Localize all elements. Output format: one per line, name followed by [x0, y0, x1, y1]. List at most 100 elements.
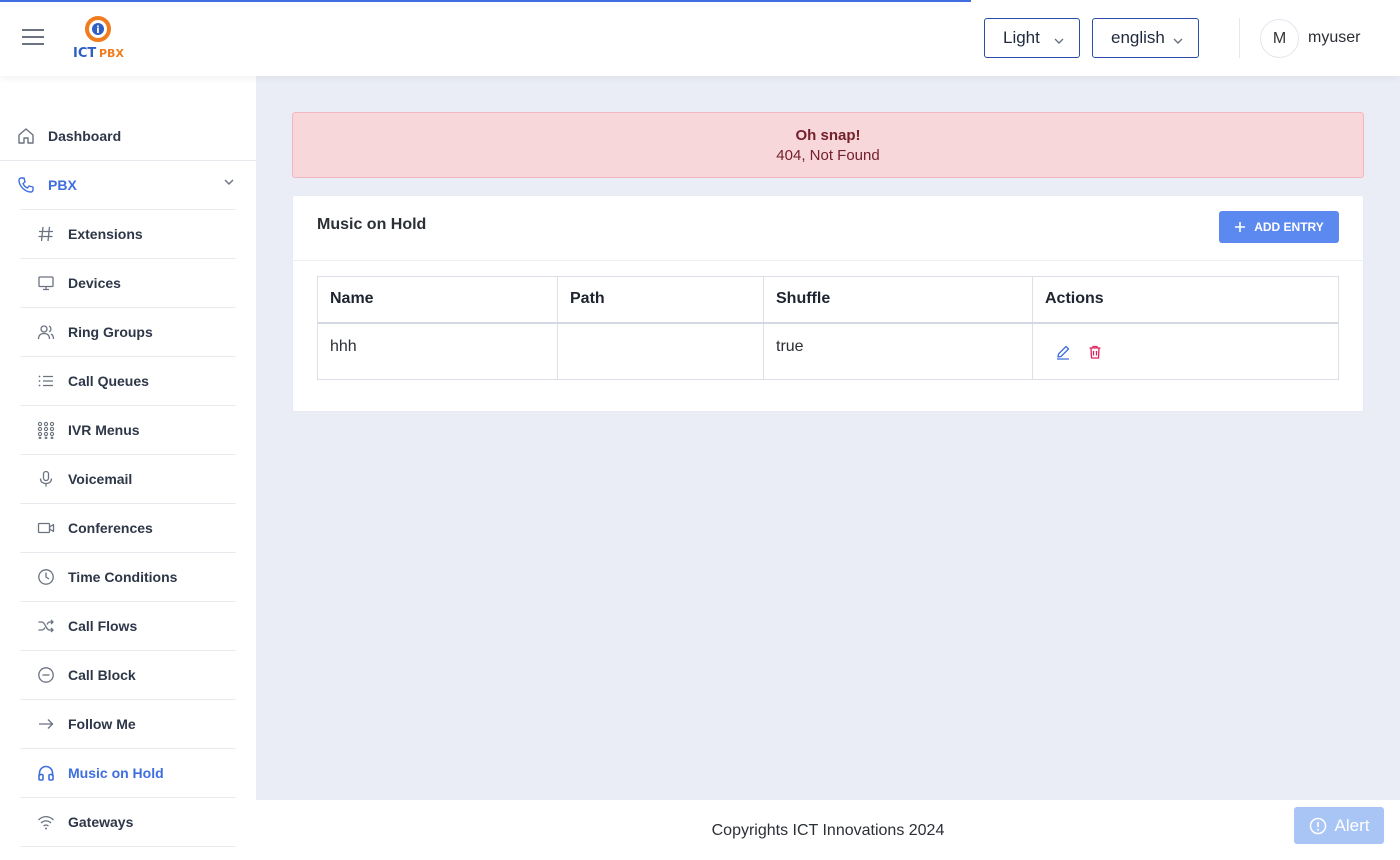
svg-text:PBX: PBX [99, 47, 124, 60]
sidebar-divider [20, 846, 236, 847]
alert-message: 404, Not Found [776, 147, 880, 164]
mic-icon [36, 469, 56, 489]
add-entry-button[interactable]: ADD ENTRY [1219, 211, 1339, 243]
page-title: Music on Hold [317, 216, 427, 233]
headphones-icon [36, 763, 56, 783]
sidebar-divider [20, 650, 236, 651]
top-bar: i ICT PBX Light english M myuser [0, 0, 1400, 76]
sidebar-divider [20, 748, 236, 749]
loading-progress-bar [0, 0, 971, 2]
hash-icon [36, 224, 56, 244]
sidebar-item-label: PBX [48, 177, 77, 193]
menu-toggle-icon[interactable] [22, 27, 46, 47]
music-on-hold-card: Music on Hold ADD ENTRY Name Path Shuffl… [292, 195, 1364, 412]
language-select-value: english [1111, 28, 1165, 47]
clock-icon [36, 567, 56, 587]
home-icon [16, 126, 36, 146]
sidebar-divider [20, 454, 236, 455]
sidebar-item-label: Time Conditions [68, 569, 178, 585]
avatar-initial: M [1272, 29, 1287, 47]
sidebar-item-call-flows[interactable]: Call Flows [36, 602, 236, 650]
sidebar-item-call-queues[interactable]: Call Queues [36, 357, 236, 405]
alert-button[interactable]: Alert [1294, 807, 1384, 844]
theme-select[interactable]: Light [984, 18, 1080, 58]
column-header-actions: Actions [1032, 276, 1339, 324]
cell-actions [1032, 322, 1339, 380]
sidebar-divider [20, 356, 236, 357]
header-divider [1239, 18, 1240, 58]
alert-title: Oh snap! [795, 127, 861, 144]
sidebar-item-follow-me[interactable]: Follow Me [36, 700, 236, 748]
alert-button-label: Alert [1334, 815, 1370, 835]
sidebar: Dashboard PBX Extensions Devices Ring Grou… [0, 76, 256, 860]
sidebar-item-label: Devices [68, 275, 121, 291]
chevron-down-icon [1053, 32, 1065, 44]
video-icon [36, 518, 56, 538]
sidebar-item-extensions[interactable]: Extensions [36, 210, 236, 258]
sidebar-divider [20, 307, 236, 308]
sidebar-item-time-conditions[interactable]: Time Conditions [36, 553, 236, 601]
add-entry-label: ADD ENTRY [1254, 220, 1324, 234]
sidebar-item-ivr-menus[interactable]: IVR Menus [36, 406, 236, 454]
avatar[interactable]: M [1260, 19, 1299, 58]
arrow-right-icon [36, 714, 56, 734]
sidebar-item-label: Gateways [68, 814, 134, 830]
sidebar-divider [20, 699, 236, 700]
svg-text:ICT: ICT [73, 46, 96, 60]
sidebar-item-call-block[interactable]: Call Block [36, 651, 236, 699]
column-header-name[interactable]: Name [317, 276, 558, 324]
sidebar-item-label: Voicemail [68, 471, 133, 487]
table-row: hhh true [317, 322, 1339, 380]
chevron-down-icon [1172, 32, 1184, 44]
plus-icon [1234, 221, 1246, 233]
sidebar-divider [20, 797, 236, 798]
data-table: Name Path Shuffle Actions hhh true [317, 276, 1339, 380]
chevron-down-icon [222, 175, 236, 189]
sidebar-item-pbx[interactable]: PBX [16, 161, 256, 209]
cell-path [557, 322, 764, 380]
edit-icon[interactable] [1055, 344, 1071, 360]
dialpad-icon [36, 420, 56, 440]
delete-icon[interactable] [1087, 344, 1103, 360]
table-header-row: Name Path Shuffle Actions [317, 276, 1339, 324]
sidebar-item-devices[interactable]: Devices [36, 259, 236, 307]
sidebar-item-dashboard[interactable]: Dashboard [16, 112, 256, 160]
language-select[interactable]: english [1092, 18, 1199, 58]
monitor-icon [36, 273, 56, 293]
username-label[interactable]: myuser [1308, 29, 1360, 47]
cell-shuffle: true [763, 322, 1033, 380]
phone-icon [16, 175, 36, 195]
sidebar-divider [20, 209, 236, 210]
sidebar-item-label: Follow Me [68, 716, 136, 732]
column-header-shuffle[interactable]: Shuffle [763, 276, 1033, 324]
footer: Copyrights ICT Innovations 2024 [256, 800, 1400, 860]
sidebar-divider [20, 601, 236, 602]
sidebar-item-conferences[interactable]: Conferences [36, 504, 236, 552]
svg-text:i: i [96, 25, 99, 36]
sidebar-item-gateways[interactable]: Gateways [36, 798, 236, 846]
sidebar-item-label: Call Queues [68, 373, 149, 389]
shuffle-icon [36, 616, 56, 636]
users-icon [36, 322, 56, 342]
sidebar-item-label: IVR Menus [68, 422, 140, 438]
sidebar-item-label: Call Flows [68, 618, 138, 634]
column-header-path[interactable]: Path [557, 276, 764, 324]
theme-select-value: Light [1003, 28, 1040, 47]
card-divider [293, 260, 1363, 261]
sidebar-item-music-on-hold[interactable]: Music on Hold [36, 749, 236, 797]
error-alert: Oh snap! 404, Not Found [292, 112, 1364, 178]
ictpbx-logo[interactable]: i ICT PBX [72, 16, 124, 61]
wifi-icon [36, 812, 56, 832]
sidebar-divider [20, 503, 236, 504]
sidebar-item-label: Conferences [68, 520, 153, 536]
sidebar-item-label: Dashboard [48, 128, 122, 144]
sidebar-item-voicemail[interactable]: Voicemail [36, 455, 236, 503]
sidebar-divider [20, 405, 236, 406]
minus-circle-icon [36, 665, 56, 685]
sidebar-item-label: Music on Hold [68, 765, 164, 781]
sidebar-item-label: Extensions [68, 226, 143, 242]
sidebar-item-ring-groups[interactable]: Ring Groups [36, 308, 236, 356]
sidebar-item-label: Ring Groups [68, 324, 153, 340]
alert-circle-icon [1309, 817, 1327, 835]
list-icon [36, 371, 56, 391]
